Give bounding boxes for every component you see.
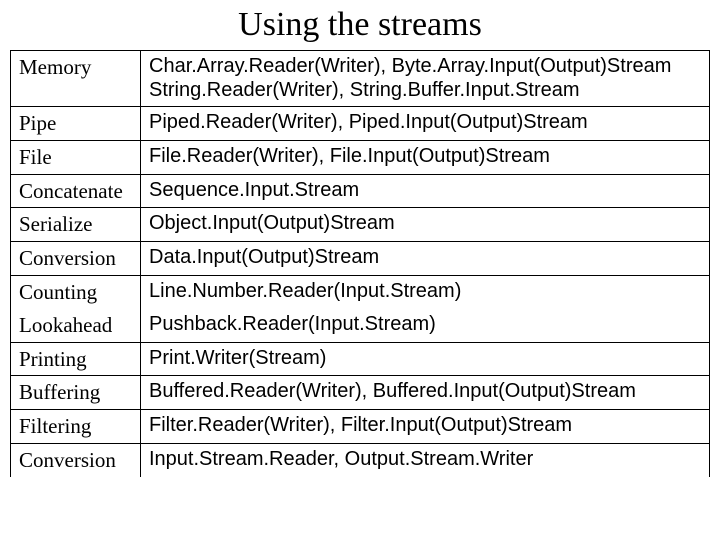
category-cell: Filtering xyxy=(11,410,141,444)
table-row: Concatenate Sequence.Input.Stream xyxy=(11,174,710,208)
table-row: Pipe Piped.Reader(Writer), Piped.Input(O… xyxy=(11,107,710,141)
slide-title: Using the streams xyxy=(10,6,710,44)
table-row: Counting Line.Number.Reader(Input.Stream… xyxy=(11,276,710,309)
value-cell: Sequence.Input.Stream xyxy=(141,174,710,208)
table-row: Filtering Filter.Reader(Writer), Filter.… xyxy=(11,410,710,444)
category-cell: Concatenate xyxy=(11,174,141,208)
value-cell: Filter.Reader(Writer), Filter.Input(Outp… xyxy=(141,410,710,444)
table-row: Printing Print.Writer(Stream) xyxy=(11,342,710,376)
value-cell: File.Reader(Writer), File.Input(Output)S… xyxy=(141,140,710,174)
value-cell: Line.Number.Reader(Input.Stream) xyxy=(141,276,710,309)
category-cell: Pipe xyxy=(11,107,141,141)
table-row: File File.Reader(Writer), File.Input(Out… xyxy=(11,140,710,174)
value-cell: Buffered.Reader(Writer), Buffered.Input(… xyxy=(141,376,710,410)
streams-table: Memory Char.Array.Reader(Writer), Byte.A… xyxy=(10,50,710,477)
table-row: Conversion Input.Stream.Reader, Output.S… xyxy=(11,443,710,476)
value-cell: Object.Input(Output)Stream xyxy=(141,208,710,242)
slide: Using the streams Memory Char.Array.Read… xyxy=(0,0,720,540)
category-cell: Serialize xyxy=(11,208,141,242)
category-cell: Lookahead xyxy=(11,309,141,342)
table-row: Conversion Data.Input(Output)Stream xyxy=(11,242,710,276)
category-cell: Buffering xyxy=(11,376,141,410)
table-row: Lookahead Pushback.Reader(Input.Stream) xyxy=(11,309,710,342)
table-row: Buffering Buffered.Reader(Writer), Buffe… xyxy=(11,376,710,410)
category-cell: Printing xyxy=(11,342,141,376)
category-cell: Memory xyxy=(11,51,141,107)
value-cell: Input.Stream.Reader, Output.Stream.Write… xyxy=(141,443,710,476)
category-cell: Conversion xyxy=(11,242,141,276)
value-cell: Pushback.Reader(Input.Stream) xyxy=(141,309,710,342)
table-row: Memory Char.Array.Reader(Writer), Byte.A… xyxy=(11,51,710,107)
table-row: Serialize Object.Input(Output)Stream xyxy=(11,208,710,242)
category-cell: File xyxy=(11,140,141,174)
value-cell: Char.Array.Reader(Writer), Byte.Array.In… xyxy=(141,51,710,107)
value-cell: Data.Input(Output)Stream xyxy=(141,242,710,276)
value-cell: Print.Writer(Stream) xyxy=(141,342,710,376)
category-cell: Conversion xyxy=(11,443,141,476)
value-cell: Piped.Reader(Writer), Piped.Input(Output… xyxy=(141,107,710,141)
category-cell: Counting xyxy=(11,276,141,309)
